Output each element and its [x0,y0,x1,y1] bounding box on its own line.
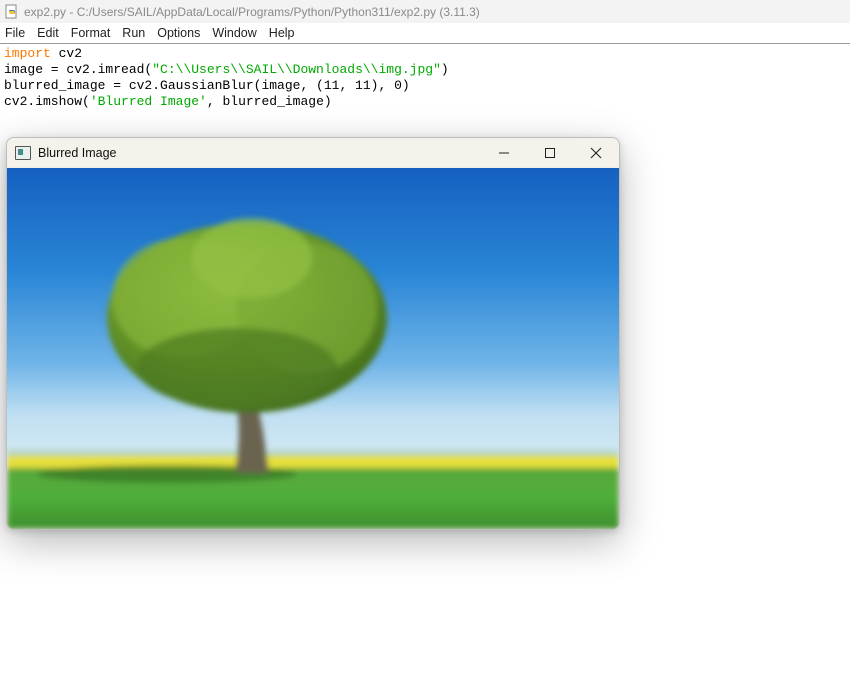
close-button[interactable] [573,138,619,167]
python-file-icon [4,4,20,20]
menu-file[interactable]: File [0,26,32,40]
minimize-button[interactable] [481,138,527,167]
window-controls [481,138,619,167]
minimize-icon [499,152,509,153]
code-line-2-pre: image = cv2.imread( [4,62,153,77]
menu-edit[interactable]: Edit [32,26,66,40]
blurred-tree-landscape-image [7,168,619,529]
idle-menu-bar: File Edit Format Run Options Window Help [0,23,850,44]
close-icon [590,147,602,158]
cv-window-titlebar[interactable]: Blurred Image [7,138,619,167]
maximize-button[interactable] [527,138,573,167]
code-text[interactable]: import cv2 image = cv2.imread("C:\\Users… [0,44,850,110]
code-line-2-post: ) [440,62,449,77]
code-line-4-pre: cv2.imshow( [4,94,90,109]
keyword-import: import [4,46,51,61]
code-line-1-rest: cv2 [50,46,83,61]
menu-format[interactable]: Format [66,26,118,40]
menu-window[interactable]: Window [207,26,263,40]
menu-help[interactable]: Help [264,26,302,40]
menu-options[interactable]: Options [152,26,207,40]
idle-title-bar: exp2.py - C:/Users/SAIL/AppData/Local/Pr… [0,0,850,23]
code-line-2-string: "C:\\Users\\SAIL\\Downloads\\img.jpg" [152,62,441,77]
code-line-3: blurred_image = cv2.GaussianBlur(image, … [4,78,410,93]
blurred-image [7,168,619,529]
blurred-image-window[interactable]: Blurred Image [6,137,620,530]
menu-run[interactable]: Run [117,26,152,40]
window-app-icon [15,145,31,160]
cv-window-title: Blurred Image [38,145,117,160]
maximize-icon [545,147,555,158]
code-line-4-post: , blurred_image) [206,94,332,109]
idle-window-title: exp2.py - C:/Users/SAIL/AppData/Local/Pr… [24,4,480,19]
code-line-4-string: 'Blurred Image' [89,94,207,109]
